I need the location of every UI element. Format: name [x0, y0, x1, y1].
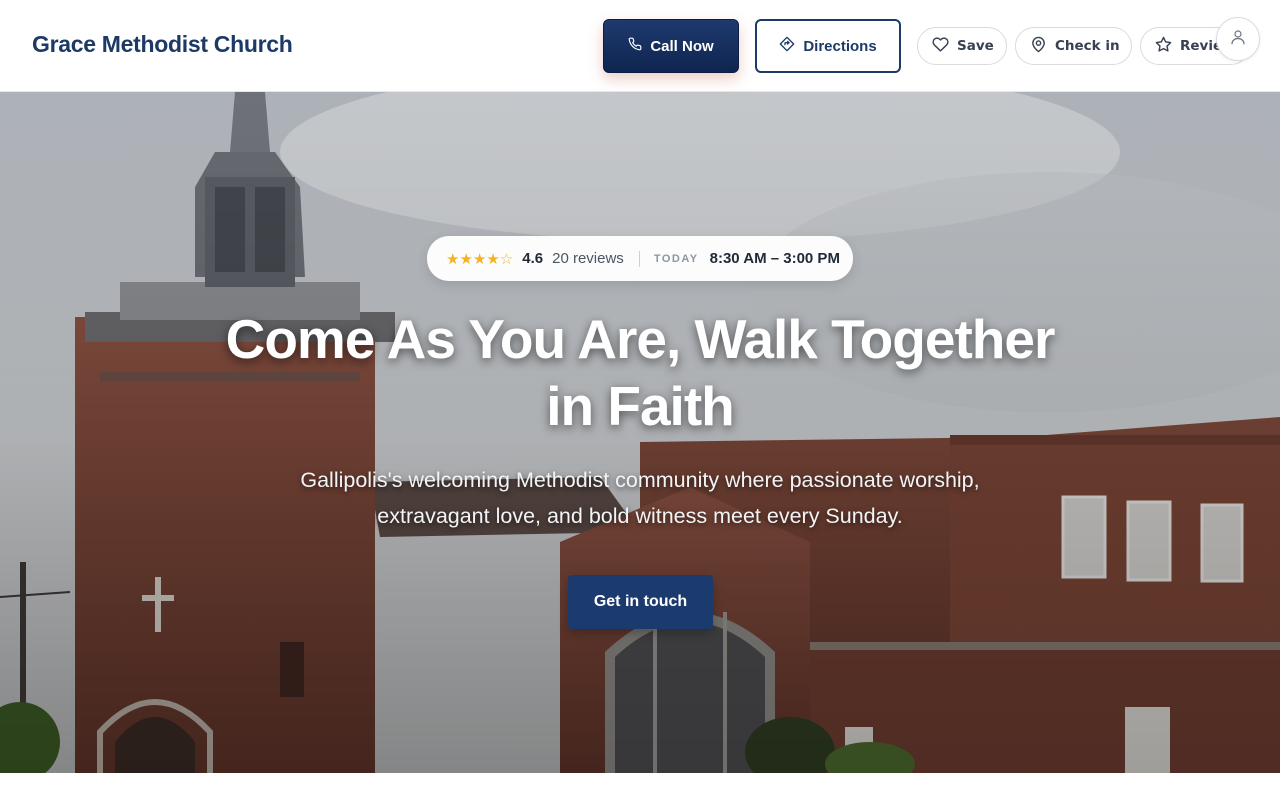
get-in-touch-button[interactable]: Get in touch [568, 575, 713, 629]
user-icon [1229, 28, 1247, 51]
brand-name[interactable]: Grace Methodist Church [32, 31, 293, 58]
call-now-button[interactable]: Call Now [603, 19, 739, 73]
today-label: TODAY [653, 252, 699, 265]
rating-stars: ★★★★☆ [446, 249, 514, 268]
heart-icon [932, 36, 949, 57]
save-button[interactable]: Save [917, 27, 1007, 65]
directions-label: Directions [803, 37, 877, 55]
hero-headline: Come As You Are, Walk Together in Faith [190, 306, 1090, 440]
rating-value: 4.6 [522, 250, 544, 267]
review-count-link[interactable]: 20 reviews [552, 250, 624, 267]
directions-icon [779, 36, 795, 56]
subheading-line-2: extravagant love, and bold witness meet … [377, 504, 903, 528]
rating-divider [638, 250, 640, 267]
account-button[interactable] [1216, 17, 1260, 61]
call-now-label: Call Now [650, 37, 714, 55]
headline-line-2: in Faith [546, 375, 735, 437]
hero-section: ★★★★☆ 4.6 20 reviews TODAY 8:30 AM – 3:0… [0, 92, 1280, 773]
map-pin-icon [1030, 36, 1047, 57]
hero-subheading: Gallipolis's welcoming Methodist communi… [260, 462, 1020, 534]
subheading-line-1: Gallipolis's welcoming Methodist communi… [300, 468, 980, 492]
opening-hours: 8:30 AM – 3:00 PM [709, 250, 840, 267]
star-icon [1155, 36, 1172, 57]
check-in-label: Check in [1055, 38, 1120, 54]
directions-button[interactable]: Directions [755, 19, 901, 73]
rating-summary[interactable]: ★★★★☆ 4.6 20 reviews TODAY 8:30 AM – 3:0… [427, 236, 853, 281]
save-label: Save [957, 38, 994, 54]
phone-icon [628, 37, 642, 55]
site-header: Grace Methodist Church Call Now Directio… [0, 0, 1280, 92]
check-in-button[interactable]: Check in [1015, 27, 1132, 65]
headline-line-1: Come As You Are, Walk Together [225, 308, 1056, 370]
